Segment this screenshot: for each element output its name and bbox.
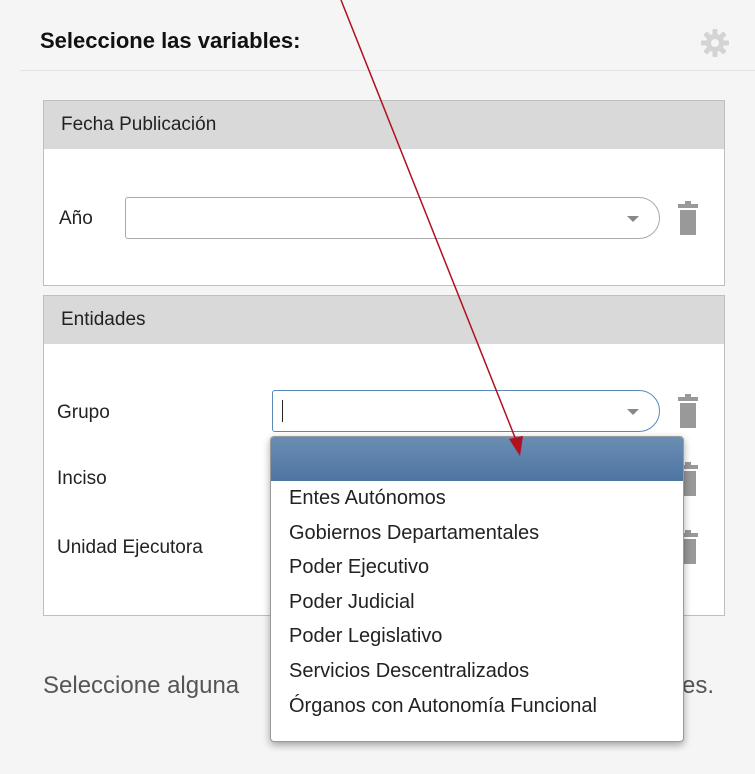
trash-icon[interactable] bbox=[677, 392, 699, 430]
dropdown-option[interactable]: Poder Judicial bbox=[289, 585, 683, 620]
field-label-unidad-ejecutora: Unidad Ejecutora bbox=[57, 537, 203, 558]
grupo-dropdown: Entes Autónomos Gobiernos Departamentale… bbox=[270, 436, 684, 742]
header-divider bbox=[20, 70, 755, 71]
field-label-grupo: Grupo bbox=[57, 402, 110, 423]
hint-left: Seleccione alguna bbox=[43, 672, 240, 699]
dropdown-option[interactable]: Gobiernos Departamentales bbox=[289, 516, 683, 551]
dropdown-option[interactable]: Poder Ejecutivo bbox=[289, 550, 683, 585]
ano-select[interactable] bbox=[125, 197, 660, 239]
dropdown-highlighted-option[interactable] bbox=[271, 437, 683, 481]
hint-right: es. bbox=[682, 672, 715, 699]
text-cursor bbox=[282, 400, 283, 422]
dropdown-option[interactable]: Órganos con Autonomía Funcional bbox=[289, 689, 683, 724]
dropdown-option[interactable]: Servicios Descentralizados bbox=[289, 654, 683, 689]
panel-fecha-publicacion: Fecha Publicación Año bbox=[43, 100, 725, 286]
section-title: Seleccione las variables: bbox=[40, 28, 301, 53]
panel-title: Entidades bbox=[44, 296, 724, 344]
gear-icon[interactable] bbox=[700, 28, 730, 58]
field-label-inciso: Inciso bbox=[57, 468, 107, 489]
grupo-select[interactable] bbox=[272, 390, 660, 432]
dropdown-option[interactable]: Entes Autónomos bbox=[289, 481, 683, 516]
chevron-down-icon bbox=[627, 216, 639, 222]
hint-text: Seleccione alguna bbox=[43, 672, 239, 700]
chevron-down-icon bbox=[627, 409, 639, 415]
trash-icon[interactable] bbox=[677, 199, 699, 237]
dropdown-option[interactable]: Poder Legislativo bbox=[289, 619, 683, 654]
dropdown-options: Entes Autónomos Gobiernos Departamentale… bbox=[271, 481, 683, 723]
hint-text-tail: es. bbox=[682, 672, 714, 700]
field-label-ano: Año bbox=[59, 208, 93, 229]
panel-title: Fecha Publicación bbox=[44, 101, 724, 149]
